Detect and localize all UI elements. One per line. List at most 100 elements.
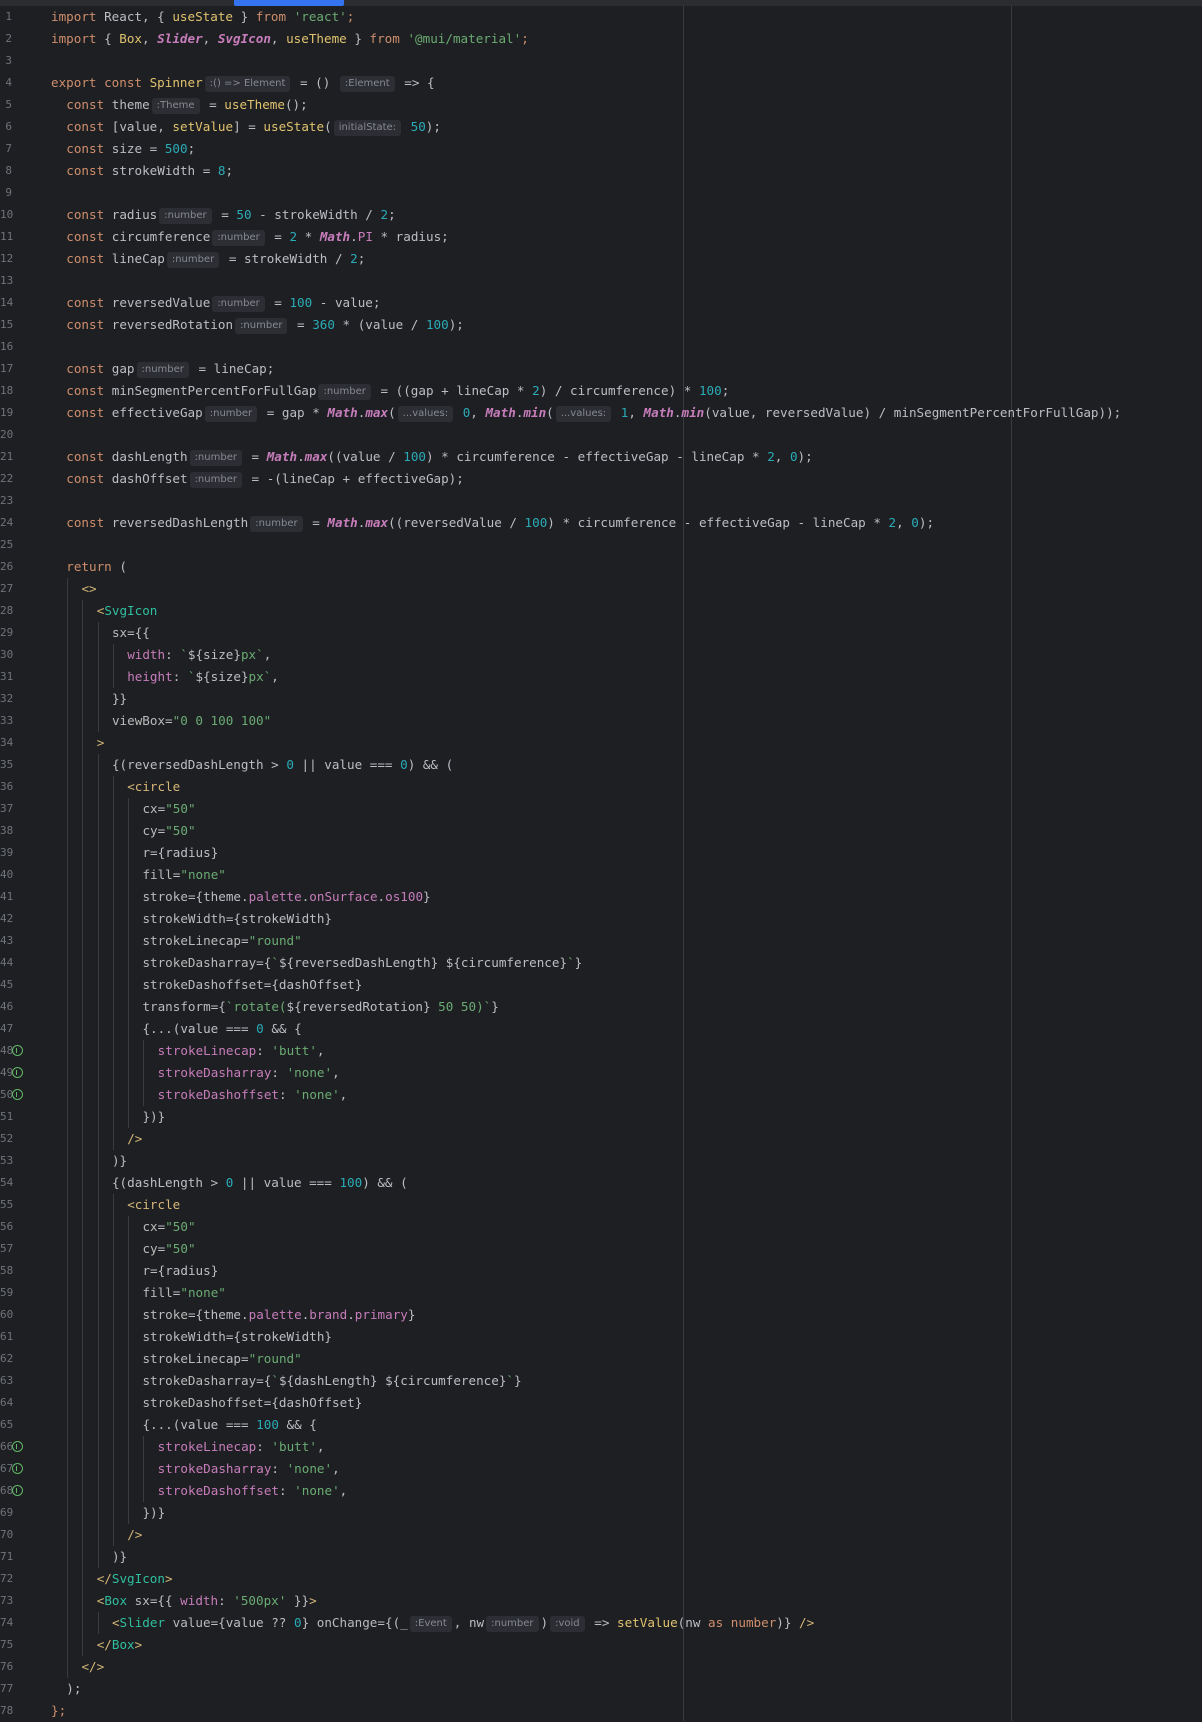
code-line[interactable]: 6 const [value, setValue] = useState(init… xyxy=(0,116,1202,138)
code-line[interactable]: 70 /> xyxy=(0,1524,1202,1546)
override-marker-icon[interactable] xyxy=(12,1045,23,1056)
code-line[interactable]: 42 strokeWidth={strokeWidth} xyxy=(0,908,1202,930)
code-line[interactable]: 72 </SvgIcon> xyxy=(0,1568,1202,1590)
code-line[interactable]: 22 const dashOffset:number = -(lineCap + … xyxy=(0,468,1202,490)
code-line[interactable]: 19 const effectiveGap:number = gap * Math… xyxy=(0,402,1202,424)
code-line[interactable]: 36 <circle xyxy=(0,776,1202,798)
override-marker-icon[interactable] xyxy=(12,1463,23,1474)
code-line[interactable]: 37 cx="50" xyxy=(0,798,1202,820)
code-line[interactable]: 66 strokeLinecap: 'butt', xyxy=(0,1436,1202,1458)
code-line[interactable]: 77); xyxy=(0,1678,1202,1700)
override-marker-icon[interactable] xyxy=(12,1067,23,1078)
code-token: 100 xyxy=(403,449,426,464)
code-line[interactable]: 65 {...(value === 100 && { xyxy=(0,1414,1202,1436)
code-line[interactable]: 54 {(dashLength > 0 || value === 100) && … xyxy=(0,1172,1202,1194)
code-text: fill="none" xyxy=(142,1282,225,1304)
code-line[interactable]: 31 height: `${size}px`, xyxy=(0,666,1202,688)
code-line[interactable]: 13 xyxy=(0,270,1202,292)
code-line[interactable]: 25 xyxy=(0,534,1202,556)
code-line[interactable]: 32}} xyxy=(0,688,1202,710)
code-line[interactable]: 63 strokeDasharray={`${dashLength} ${circ… xyxy=(0,1370,1202,1392)
code-line[interactable]: 55 <circle xyxy=(0,1194,1202,1216)
code-line[interactable]: 78}; xyxy=(0,1700,1202,1722)
code-line[interactable]: 27 <> xyxy=(0,578,1202,600)
code-token: ) / circumference) * xyxy=(539,383,699,398)
code-line[interactable]: 39 r={radius} xyxy=(0,842,1202,864)
code-line[interactable]: 51})} xyxy=(0,1106,1202,1128)
code-line[interactable]: 24 const reversedDashLength:number = Math… xyxy=(0,512,1202,534)
code-line[interactable]: 44 strokeDasharray={`${reversedDashLength… xyxy=(0,952,1202,974)
code-line[interactable]: 59 fill="none" xyxy=(0,1282,1202,1304)
code-line[interactable]: 74 <Slider value={value ?? 0} onChange={(… xyxy=(0,1612,1202,1634)
code-line[interactable]: 61 strokeWidth={strokeWidth} xyxy=(0,1326,1202,1348)
code-line[interactable]: 17 const gap:number = lineCap; xyxy=(0,358,1202,380)
code-line[interactable]: 34 > xyxy=(0,732,1202,754)
code-line[interactable]: 29 sx={{ xyxy=(0,622,1202,644)
code-line[interactable]: 3 xyxy=(0,50,1202,72)
code-token: > xyxy=(309,1593,317,1608)
code-token: }} xyxy=(111,691,128,706)
code-line[interactable]: 16 xyxy=(0,336,1202,358)
code-token: } xyxy=(346,31,370,46)
code-line[interactable]: 20 xyxy=(0,424,1202,446)
indent-guide xyxy=(67,622,69,644)
code-line[interactable]: 1 import React, { useState } from 'react'… xyxy=(0,6,1202,28)
code-line[interactable]: 35 {(reversedDashLength > 0 || value === … xyxy=(0,754,1202,776)
code-line[interactable]: 56 cx="50" xyxy=(0,1216,1202,1238)
code-line[interactable]: 11 const circumference:number = 2 * Math.… xyxy=(0,226,1202,248)
code-line[interactable]: 8 const strokeWidth = 8; xyxy=(0,160,1202,182)
code-editor[interactable]: 1 import React, { useState } from 'react'… xyxy=(0,6,1202,1721)
line-number: 28 xyxy=(0,604,14,617)
code-token: Box xyxy=(119,31,142,46)
override-marker-icon[interactable] xyxy=(12,1089,23,1100)
code-line[interactable]: 4 export const Spinner:() => Element = ()… xyxy=(0,72,1202,94)
code-line[interactable]: 58 r={radius} xyxy=(0,1260,1202,1282)
inlay-hint: :() => Element xyxy=(204,76,291,92)
override-marker-icon[interactable] xyxy=(12,1485,23,1496)
code-line[interactable]: 49 strokeDasharray: 'none', xyxy=(0,1062,1202,1084)
code-line[interactable]: 71)} xyxy=(0,1546,1202,1568)
code-line[interactable]: 18 const minSegmentPercentForFullGap:numb… xyxy=(0,380,1202,402)
inlay-hint: :number xyxy=(318,384,371,400)
code-line[interactable]: 5 const theme:Theme = useTheme(); xyxy=(0,94,1202,116)
code-line[interactable]: 30 width: `${size}px`, xyxy=(0,644,1202,666)
code-line[interactable]: 23 xyxy=(0,490,1202,512)
code-line[interactable]: 33 viewBox="0 0 100 100" xyxy=(0,710,1202,732)
code-line[interactable]: 26 return ( xyxy=(0,556,1202,578)
code-line[interactable]: 41 stroke={theme.palette.onSurface.os100} xyxy=(0,886,1202,908)
code-line[interactable]: 28 <SvgIcon xyxy=(0,600,1202,622)
code-line[interactable]: 10 const radius:number = 50 - strokeWidth… xyxy=(0,204,1202,226)
code-line[interactable]: 21 const dashLength:number = Math.max((va… xyxy=(0,446,1202,468)
code-line[interactable]: 73 <Box sx={{ width: '500px' }}> xyxy=(0,1590,1202,1612)
code-line[interactable]: 60 stroke={theme.palette.brand.primary} xyxy=(0,1304,1202,1326)
code-line[interactable]: 68 strokeDashoffset: 'none', xyxy=(0,1480,1202,1502)
code-line[interactable]: 67 strokeDasharray: 'none', xyxy=(0,1458,1202,1480)
indent-guide xyxy=(112,666,114,688)
code-line[interactable]: 12 const lineCap:number = strokeWidth / 2… xyxy=(0,248,1202,270)
code-token: strokeLinecap xyxy=(157,1439,257,1454)
code-line[interactable]: 57 cy="50" xyxy=(0,1238,1202,1260)
code-line[interactable]: 15 const reversedRotation:number = 360 * … xyxy=(0,314,1202,336)
code-line[interactable]: 47 {...(value === 0 && { xyxy=(0,1018,1202,1040)
code-line[interactable]: 64 strokeDashoffset={dashOffset} xyxy=(0,1392,1202,1414)
code-line[interactable]: 43 strokeLinecap="round" xyxy=(0,930,1202,952)
code-line[interactable]: 14 const reversedValue:number = 100 - val… xyxy=(0,292,1202,314)
code-line[interactable]: 38 cy="50" xyxy=(0,820,1202,842)
code-line[interactable]: 69})} xyxy=(0,1502,1202,1524)
code-line[interactable]: 76 </> xyxy=(0,1656,1202,1678)
code-line[interactable]: 45 strokeDashoffset={dashOffset} xyxy=(0,974,1202,996)
code-line[interactable]: 52 /> xyxy=(0,1128,1202,1150)
code-line[interactable]: 50 strokeDashoffset: 'none', xyxy=(0,1084,1202,1106)
code-line[interactable]: 53)} xyxy=(0,1150,1202,1172)
code-line[interactable]: 9 xyxy=(0,182,1202,204)
code-line[interactable]: 46 transform={`rotate(${reversedRotation}… xyxy=(0,996,1202,1018)
code-line[interactable]: 2 import { Box, Slider, SvgIcon, useTheme… xyxy=(0,28,1202,50)
indent-guide xyxy=(67,644,69,666)
code-line[interactable]: 75 </Box> xyxy=(0,1634,1202,1656)
code-line[interactable]: 48 strokeLinecap: 'butt', xyxy=(0,1040,1202,1062)
code-line[interactable]: 40 fill="none" xyxy=(0,864,1202,886)
code-text: cy="50" xyxy=(142,1238,195,1260)
code-line[interactable]: 62 strokeLinecap="round" xyxy=(0,1348,1202,1370)
override-marker-icon[interactable] xyxy=(12,1441,23,1452)
code-line[interactable]: 7 const size = 500; xyxy=(0,138,1202,160)
